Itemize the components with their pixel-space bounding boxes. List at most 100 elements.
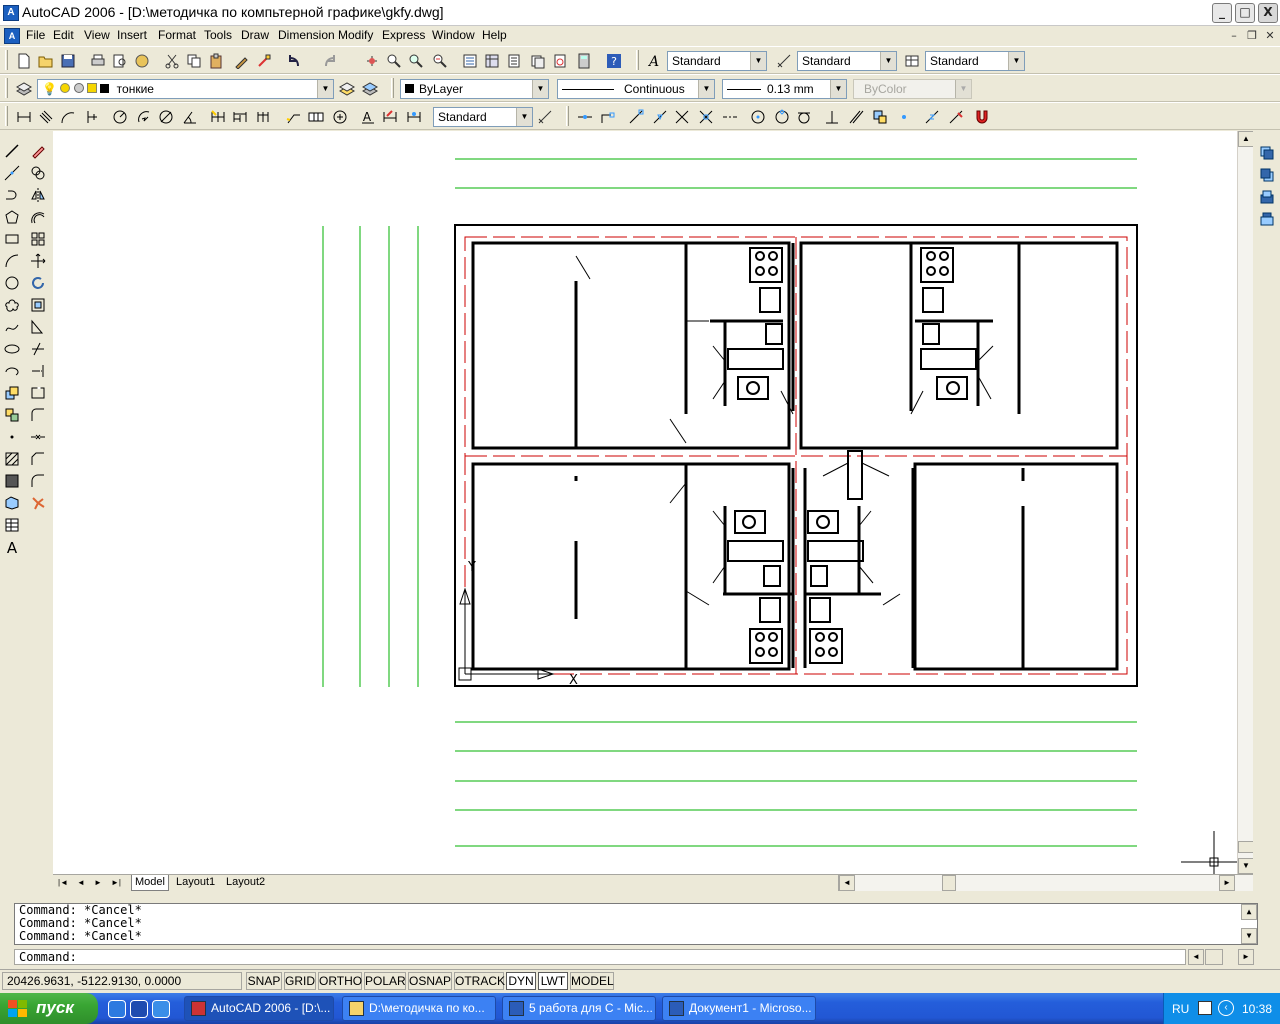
object-snap-settings-icon[interactable] (972, 107, 992, 127)
taskbar-word-2[interactable]: Документ1 - Microso... (662, 996, 816, 1021)
snap-node-icon[interactable] (894, 107, 914, 127)
coordinate-readout[interactable]: 20426.9631, -5122.9130, 0.0000 (2, 972, 242, 990)
osnap-toggle[interactable]: OSNAP (408, 972, 452, 990)
toolbar-grip[interactable] (5, 78, 8, 98)
media-player-quicklaunch-icon[interactable] (130, 1000, 148, 1018)
cut-icon[interactable] (162, 51, 182, 71)
layer-manager-icon[interactable] (14, 79, 34, 99)
grid-toggle[interactable]: GRID (284, 972, 316, 990)
snap-apparent-intersection-icon[interactable] (696, 107, 716, 127)
plot-icon[interactable] (88, 51, 108, 71)
fillet-icon[interactable] (28, 471, 48, 491)
spline-icon[interactable] (2, 317, 22, 337)
tab-next-button[interactable]: ► (90, 876, 106, 890)
snap-tangent-icon[interactable] (794, 107, 814, 127)
text-style-icon[interactable]: A (644, 51, 664, 71)
toolbar-grip[interactable] (5, 106, 8, 126)
explode-icon[interactable] (28, 493, 48, 513)
dropdown-arrow-icon[interactable]: ▼ (698, 80, 714, 98)
clock[interactable]: 10:38 (1242, 1002, 1272, 1016)
diameter-dim-icon[interactable] (156, 107, 176, 127)
dropdown-arrow-icon[interactable]: ▼ (830, 80, 846, 98)
bring-above-icon[interactable] (1257, 187, 1277, 207)
mirror-icon[interactable] (28, 185, 48, 205)
close-button[interactable]: X (1258, 3, 1278, 23)
block-editor-icon[interactable] (254, 51, 274, 71)
revision-cloud-icon[interactable] (2, 295, 22, 315)
tab-model[interactable]: Model (131, 875, 169, 891)
rotate-icon[interactable] (28, 273, 48, 293)
quick-dim-icon[interactable] (208, 107, 228, 127)
dropdown-arrow-icon[interactable]: ▼ (750, 52, 766, 70)
gradient-icon[interactable] (2, 471, 22, 491)
calculator-icon[interactable] (574, 51, 594, 71)
table-icon[interactable] (2, 515, 22, 535)
offset-icon[interactable] (28, 207, 48, 227)
snap-center-icon[interactable] (748, 107, 768, 127)
save-icon[interactable] (58, 51, 78, 71)
table-style-combo[interactable]: Standard ▼ (925, 51, 1025, 71)
redo-icon[interactable] (320, 51, 340, 71)
insert-block-icon[interactable] (2, 383, 22, 403)
snap-perpendicular-icon[interactable] (822, 107, 842, 127)
tab-first-button[interactable]: |◄ (55, 876, 71, 890)
open-icon[interactable] (36, 51, 56, 71)
zoom-previous-icon[interactable] (430, 51, 450, 71)
start-button[interactable]: пуск (0, 993, 98, 1024)
ellipse-icon[interactable] (2, 339, 22, 359)
tab-layout2[interactable]: Layout2 (223, 875, 268, 891)
snap-parallel-icon[interactable] (846, 107, 866, 127)
cmd-scroll-down-icon[interactable]: ▼ (1241, 928, 1257, 944)
dyn-toggle[interactable]: DYN (506, 972, 536, 990)
snap-endpoint-icon[interactable] (626, 107, 646, 127)
snap-extension-icon[interactable] (720, 107, 740, 127)
layer-combo[interactable]: 💡 тонкие ▼ (37, 79, 334, 99)
menu-view[interactable]: View (80, 28, 114, 42)
dim-style-icon[interactable] (774, 51, 794, 71)
markup-icon[interactable] (550, 51, 570, 71)
model-toggle[interactable]: MODEL (570, 972, 614, 990)
make-block-icon[interactable] (2, 405, 22, 425)
tool-palettes-icon[interactable] (504, 51, 524, 71)
doc-close-icon[interactable]: ✕ (1262, 29, 1278, 43)
construction-line-icon[interactable] (2, 163, 22, 183)
cmd-hscroll-right-icon[interactable]: ► (1238, 949, 1254, 965)
chamfer-icon[interactable] (28, 449, 48, 469)
aligned-dim-icon[interactable] (36, 107, 56, 127)
trim-icon[interactable] (28, 339, 48, 359)
zoom-window-icon[interactable] (406, 51, 426, 71)
taskbar-explorer[interactable]: D:\методичка по ко... (342, 996, 496, 1021)
make-current-layer-icon[interactable] (337, 79, 357, 99)
network-icon[interactable] (1198, 1001, 1212, 1015)
arc-length-icon[interactable] (58, 107, 78, 127)
multiline-text-icon[interactable]: A (2, 537, 22, 557)
new-icon[interactable] (14, 51, 34, 71)
erase-icon[interactable] (28, 141, 48, 161)
temp-track-point-icon[interactable] (575, 107, 595, 127)
drawing-canvas[interactable]: Y X (53, 131, 1237, 874)
radius-dim-icon[interactable] (110, 107, 130, 127)
maximize-button[interactable]: □ (1235, 3, 1255, 23)
tab-last-button[interactable]: ►| (108, 876, 124, 890)
dropdown-arrow-icon[interactable]: ▼ (1008, 52, 1024, 70)
desktop-quicklaunch-icon[interactable] (152, 1000, 170, 1018)
help-icon[interactable]: ? (604, 51, 624, 71)
arc-icon[interactable] (2, 251, 22, 271)
scroll-thumb[interactable] (1238, 841, 1254, 853)
line-icon[interactable] (2, 141, 22, 161)
cmd-hscroll-left-icon[interactable]: ◄ (1188, 949, 1204, 965)
toolbar-grip[interactable] (636, 50, 639, 70)
tray-expand-icon[interactable]: ‹ (1218, 1000, 1234, 1016)
autocad-app-icon[interactable]: A (3, 5, 19, 21)
ortho-toggle[interactable]: ORTHO (318, 972, 362, 990)
menu-modify[interactable]: Modify (334, 28, 377, 42)
dropdown-arrow-icon[interactable]: ▼ (317, 80, 333, 98)
hscroll-thumb[interactable] (942, 875, 956, 891)
polygon-icon[interactable] (2, 207, 22, 227)
menu-tools[interactable]: Tools (200, 28, 236, 42)
region-icon[interactable] (2, 493, 22, 513)
publish-icon[interactable] (132, 51, 152, 71)
point-icon[interactable] (2, 427, 22, 447)
snap-quadrant-icon[interactable] (772, 107, 792, 127)
dim-edit-icon[interactable]: A (358, 107, 378, 127)
